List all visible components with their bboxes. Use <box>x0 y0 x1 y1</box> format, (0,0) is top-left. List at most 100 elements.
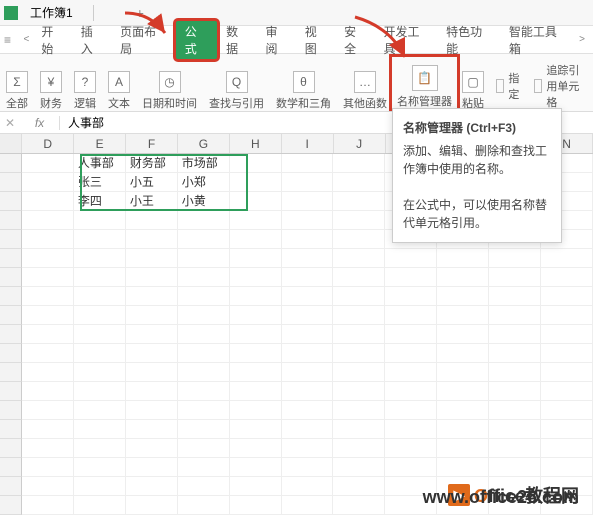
cell[interactable] <box>541 268 593 287</box>
cell[interactable] <box>126 363 178 382</box>
cell[interactable] <box>230 401 282 420</box>
cell[interactable] <box>22 439 74 458</box>
cell[interactable] <box>437 287 489 306</box>
ribbon-group-datetime[interactable]: ◷ 日期和时间 <box>136 58 203 111</box>
cell[interactable] <box>437 401 489 420</box>
tab-start[interactable]: 开始 <box>33 19 72 61</box>
cell[interactable] <box>230 192 282 211</box>
tab-layout[interactable]: 页面布局 <box>112 19 175 61</box>
cell[interactable]: 小郑 <box>178 173 230 192</box>
cell[interactable] <box>333 477 385 496</box>
cell[interactable] <box>230 458 282 477</box>
cell[interactable] <box>74 268 126 287</box>
cell[interactable] <box>489 420 541 439</box>
col-H[interactable]: H <box>230 134 282 153</box>
cell[interactable] <box>489 401 541 420</box>
cell[interactable]: 市场部 <box>178 154 230 173</box>
cell[interactable] <box>22 420 74 439</box>
cell[interactable] <box>22 230 74 249</box>
cell[interactable] <box>489 306 541 325</box>
chevron-left-icon[interactable]: < <box>20 34 34 45</box>
tab-formula[interactable]: 公式 <box>175 20 218 60</box>
cell[interactable] <box>333 268 385 287</box>
cell[interactable] <box>437 420 489 439</box>
cell[interactable] <box>385 287 437 306</box>
cell[interactable] <box>230 154 282 173</box>
cell[interactable] <box>178 477 230 496</box>
row-header[interactable] <box>0 211 22 230</box>
cell[interactable] <box>178 363 230 382</box>
cell[interactable] <box>126 306 178 325</box>
cell[interactable] <box>126 249 178 268</box>
cell[interactable] <box>230 249 282 268</box>
row-header[interactable] <box>0 401 22 420</box>
cell[interactable] <box>541 344 593 363</box>
cell[interactable] <box>385 439 437 458</box>
row-header[interactable] <box>0 363 22 382</box>
fx-label[interactable]: fx <box>20 116 60 130</box>
cell[interactable] <box>333 154 385 173</box>
cell[interactable] <box>282 249 334 268</box>
cell[interactable] <box>230 439 282 458</box>
cell[interactable] <box>282 401 334 420</box>
cell[interactable] <box>74 496 126 515</box>
row-header[interactable] <box>0 325 22 344</box>
cell[interactable] <box>282 325 334 344</box>
cell[interactable] <box>437 382 489 401</box>
col-J[interactable]: J <box>334 134 386 153</box>
cell[interactable]: 李四 <box>74 192 126 211</box>
cell[interactable] <box>489 363 541 382</box>
cell[interactable] <box>489 439 541 458</box>
cell[interactable] <box>74 477 126 496</box>
cell[interactable] <box>74 306 126 325</box>
select-all-corner[interactable] <box>0 134 22 153</box>
cell[interactable] <box>437 458 489 477</box>
cell[interactable] <box>541 420 593 439</box>
cell[interactable]: 小王 <box>126 192 178 211</box>
cell[interactable] <box>489 382 541 401</box>
cell[interactable] <box>489 344 541 363</box>
ribbon-group-finance[interactable]: ¥ 财务 <box>34 58 68 111</box>
tab-data[interactable]: 数据 <box>218 19 257 61</box>
cell[interactable] <box>230 363 282 382</box>
cell[interactable]: 小五 <box>126 173 178 192</box>
row-header[interactable] <box>0 154 22 173</box>
cell[interactable] <box>22 382 74 401</box>
cell[interactable] <box>385 382 437 401</box>
cell[interactable] <box>126 496 178 515</box>
cell[interactable] <box>333 325 385 344</box>
row-header[interactable] <box>0 268 22 287</box>
cell[interactable] <box>282 477 334 496</box>
cell[interactable] <box>333 192 385 211</box>
tab-special[interactable]: 特色功能 <box>438 19 501 61</box>
cell[interactable] <box>178 325 230 344</box>
cell[interactable] <box>230 306 282 325</box>
cell[interactable] <box>22 344 74 363</box>
cell[interactable] <box>178 230 230 249</box>
cell[interactable] <box>230 325 282 344</box>
cell[interactable] <box>22 363 74 382</box>
cell[interactable] <box>333 230 385 249</box>
cell[interactable] <box>282 458 334 477</box>
cell[interactable] <box>541 287 593 306</box>
cell[interactable] <box>333 344 385 363</box>
cell[interactable] <box>178 287 230 306</box>
cell[interactable] <box>333 173 385 192</box>
cell[interactable] <box>74 382 126 401</box>
cell[interactable] <box>333 382 385 401</box>
cell[interactable] <box>385 249 437 268</box>
ribbon-group-logic[interactable]: ? 逻辑 <box>68 58 102 111</box>
cell[interactable] <box>126 325 178 344</box>
cell[interactable] <box>282 420 334 439</box>
cell[interactable] <box>230 496 282 515</box>
cell[interactable] <box>22 401 74 420</box>
row-header[interactable] <box>0 477 22 496</box>
cell[interactable] <box>437 306 489 325</box>
cell[interactable] <box>541 439 593 458</box>
cell[interactable] <box>22 249 74 268</box>
col-F[interactable]: F <box>126 134 178 153</box>
cell[interactable] <box>74 211 126 230</box>
cell[interactable] <box>22 268 74 287</box>
cell[interactable] <box>74 458 126 477</box>
row-header[interactable] <box>0 420 22 439</box>
